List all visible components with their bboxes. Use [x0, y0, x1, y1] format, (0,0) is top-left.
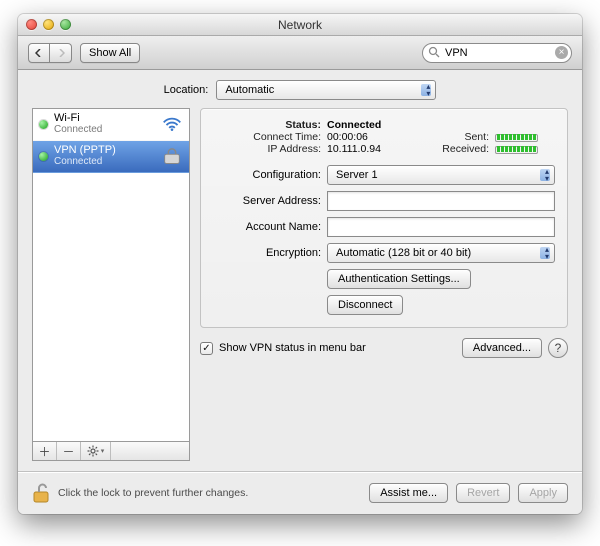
services-list[interactable]: Wi-Fi Connected VPN (PPTP) Connected	[32, 108, 190, 441]
sidebar-item-name: Wi-Fi	[54, 113, 155, 125]
nav-back-forward	[28, 43, 72, 63]
configuration-label: Configuration:	[213, 169, 321, 181]
detail-footer: ✓ Show VPN status in menu bar Advanced..…	[200, 338, 568, 358]
lock-hint: Click the lock to prevent further change…	[58, 487, 248, 499]
back-button[interactable]	[28, 43, 50, 63]
search-field-wrap: ×	[422, 43, 572, 63]
sidebar-item-status: Connected	[54, 157, 155, 168]
server-address-input[interactable]	[327, 191, 555, 211]
chevron-left-icon	[35, 49, 43, 57]
revert-button[interactable]: Revert	[456, 483, 510, 503]
services-footer: ＋ － ▾	[32, 441, 190, 461]
search-input[interactable]	[422, 43, 572, 63]
sent-bars	[495, 131, 555, 143]
popup-arrows-icon: ▴▾	[545, 246, 549, 260]
status-label: Status:	[213, 119, 321, 131]
encryption-label: Encryption:	[213, 247, 321, 259]
wifi-icon	[161, 115, 183, 133]
location-label: Location:	[164, 84, 209, 96]
sidebar-item-name: VPN (PPTP)	[54, 145, 155, 157]
forward-button[interactable]	[50, 43, 72, 63]
ip-label: IP Address:	[213, 143, 321, 155]
titlebar: Network	[18, 14, 582, 36]
received-label: Received:	[434, 143, 489, 155]
advanced-button[interactable]: Advanced...	[462, 338, 542, 358]
encryption-value: Automatic (128 bit or 40 bit)	[336, 247, 471, 259]
search-icon	[428, 46, 440, 61]
window-footer: Click the lock to prevent further change…	[32, 482, 568, 504]
service-detail: Status: Connected Connect Time: 00:00:06…	[200, 108, 568, 461]
apply-button[interactable]: Apply	[518, 483, 568, 503]
sent-label: Sent:	[434, 131, 489, 143]
sidebar-item-texts: VPN (PPTP) Connected	[54, 145, 155, 167]
status-block: Status: Connected Connect Time: 00:00:06…	[213, 119, 555, 155]
configuration-popup[interactable]: Server 1 ▴▾	[327, 165, 555, 185]
help-button[interactable]: ?	[548, 338, 568, 358]
clear-search-button[interactable]: ×	[555, 46, 568, 59]
location-value: Automatic	[225, 84, 274, 96]
encryption-popup[interactable]: Automatic (128 bit or 40 bit) ▴▾	[327, 243, 555, 263]
service-actions-button[interactable]: ▾	[81, 442, 111, 460]
detail-group: Status: Connected Connect Time: 00:00:06…	[200, 108, 568, 328]
show-vpn-status-checkbox[interactable]: ✓	[200, 342, 213, 355]
account-name-input[interactable]	[327, 217, 555, 237]
chevron-right-icon	[57, 49, 65, 57]
status-dot-icon	[39, 152, 48, 161]
remove-service-button[interactable]: －	[57, 442, 81, 460]
network-preferences-window: Network Show All × Location: Automatic	[18, 14, 582, 514]
toolbar: Show All ×	[18, 36, 582, 70]
popup-arrows-icon: ▴▾	[426, 83, 430, 97]
configuration-value: Server 1	[336, 169, 378, 181]
window-title: Network	[18, 18, 582, 32]
unlocked-lock-icon	[32, 482, 50, 504]
location-popup[interactable]: Automatic ▴▾	[216, 80, 436, 100]
server-address-label: Server Address:	[213, 195, 321, 207]
account-name-label: Account Name:	[213, 221, 321, 233]
chevron-down-icon: ▾	[101, 447, 105, 455]
vpn-lock-icon	[161, 147, 183, 165]
popup-arrows-icon: ▴▾	[545, 168, 549, 182]
connect-time-label: Connect Time:	[213, 131, 321, 143]
assist-me-button[interactable]: Assist me...	[369, 483, 448, 503]
sidebar-item-wifi[interactable]: Wi-Fi Connected	[33, 109, 189, 141]
authentication-settings-button[interactable]: Authentication Settings...	[327, 269, 471, 289]
show-vpn-status-label: Show VPN status in menu bar	[219, 342, 366, 354]
status-value: Connected	[327, 119, 428, 131]
gear-icon	[87, 445, 99, 457]
columns: Wi-Fi Connected VPN (PPTP) Connected	[32, 108, 568, 461]
location-row: Location: Automatic ▴▾	[32, 80, 568, 100]
separator	[18, 471, 582, 472]
services-sidebar: Wi-Fi Connected VPN (PPTP) Connected	[32, 108, 190, 461]
body: Location: Automatic ▴▾ Wi-Fi Connected	[18, 70, 582, 514]
disconnect-button[interactable]: Disconnect	[327, 295, 403, 315]
show-all-button[interactable]: Show All	[80, 43, 140, 63]
sidebar-item-status: Connected	[54, 125, 155, 136]
ip-value: 10.111.0.94	[327, 143, 428, 155]
sidebar-item-vpn[interactable]: VPN (PPTP) Connected	[33, 141, 189, 173]
received-bars	[495, 143, 555, 155]
connect-time-value: 00:00:06	[327, 131, 428, 143]
status-dot-icon	[39, 120, 48, 129]
sidebar-item-texts: Wi-Fi Connected	[54, 113, 155, 135]
lock-button[interactable]	[32, 482, 50, 504]
add-service-button[interactable]: ＋	[33, 442, 57, 460]
